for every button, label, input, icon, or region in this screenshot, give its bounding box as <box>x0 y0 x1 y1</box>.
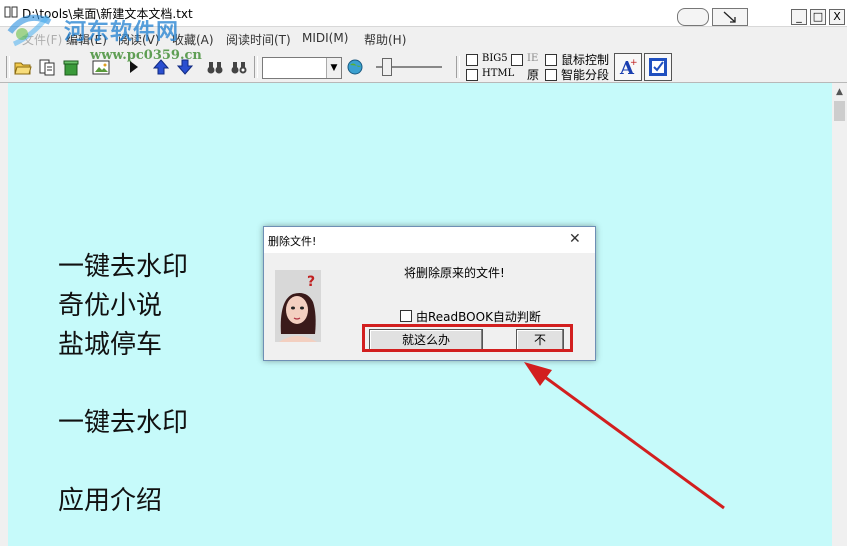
watermark-url: www.pc0359.cn <box>90 48 202 63</box>
menu-help[interactable]: 帮助(H) <box>364 31 406 48</box>
svg-text:+: + <box>630 58 638 68</box>
watermark-name: 河东软件网 <box>64 19 180 45</box>
document-line: 奇优小说 <box>58 291 163 321</box>
ie-checkbox[interactable] <box>511 54 523 66</box>
menu-reading-time[interactable]: 阅读时间(T) <box>226 31 291 48</box>
big5-label: BIG5 <box>482 53 508 64</box>
auto-judge-label: 由ReadBOOK自动判断 <box>416 310 541 324</box>
scroll-thumb[interactable] <box>834 101 845 121</box>
find-binoculars-icon[interactable] <box>206 58 224 76</box>
close-button[interactable]: X <box>829 9 845 25</box>
big5-checkbox[interactable] <box>466 54 478 66</box>
speed-slider-thumb[interactable] <box>382 58 392 76</box>
line-tool-button[interactable] <box>712 8 748 26</box>
checkbox-frame-icon <box>649 58 667 76</box>
open-folder-icon[interactable] <box>14 58 32 76</box>
document-line: 应用介绍 <box>58 486 163 516</box>
svg-text:?: ? <box>307 274 315 290</box>
scroll-up-icon[interactable]: ▲ <box>832 85 847 99</box>
toolbar-separator <box>6 56 10 78</box>
mouse-control-checkbox[interactable] <box>545 54 557 66</box>
globe-icon[interactable] <box>346 58 364 76</box>
html-label: HTML <box>482 68 515 79</box>
recycle-bin-icon[interactable] <box>62 58 80 76</box>
document-line: 盐城停车 <box>58 330 163 360</box>
document-list-icon[interactable] <box>38 58 56 76</box>
minimize-button[interactable]: _ <box>791 9 807 25</box>
menu-midi[interactable]: MIDI(M) <box>302 31 348 45</box>
bookmark-button[interactable] <box>644 53 672 81</box>
dialog-title: 删除文件! <box>268 235 317 248</box>
ie-label: IE <box>527 53 539 64</box>
font-combo-box[interactable]: ▼ <box>262 57 342 79</box>
font-settings-button[interactable]: A + <box>614 53 642 81</box>
dialog-close-icon[interactable]: ✕ <box>569 231 581 247</box>
original-label: 原 <box>527 68 540 82</box>
auto-judge-checkbox[interactable] <box>400 310 412 322</box>
watermark-logo <box>7 14 52 47</box>
vertical-scrollbar[interactable]: ▲ <box>832 83 847 546</box>
confused-girl-avatar: ? <box>275 270 321 342</box>
highlight-box <box>362 324 573 352</box>
font-a-icon: A + <box>619 58 638 79</box>
smart-paragraph-checkbox[interactable] <box>545 69 557 81</box>
find-next-binoculars-icon[interactable] <box>230 58 248 76</box>
maximize-button[interactable]: □ <box>810 9 826 25</box>
dialog-message: 将删除原来的文件! <box>404 266 505 280</box>
document-line: 一键去水印 <box>58 252 189 282</box>
smart-paragraph-label: 智能分段 <box>561 68 610 82</box>
chevron-down-icon[interactable]: ▼ <box>326 58 341 78</box>
toolbar-separator <box>254 56 258 78</box>
dialog-titlebar[interactable]: 删除文件! ✕ <box>264 227 595 253</box>
ellipse-tool-button[interactable] <box>677 8 709 26</box>
document-line: 一键去水印 <box>58 408 189 438</box>
toolbar-separator <box>456 56 460 78</box>
html-checkbox[interactable] <box>466 69 478 81</box>
diagonal-arrow-icon <box>723 11 736 23</box>
